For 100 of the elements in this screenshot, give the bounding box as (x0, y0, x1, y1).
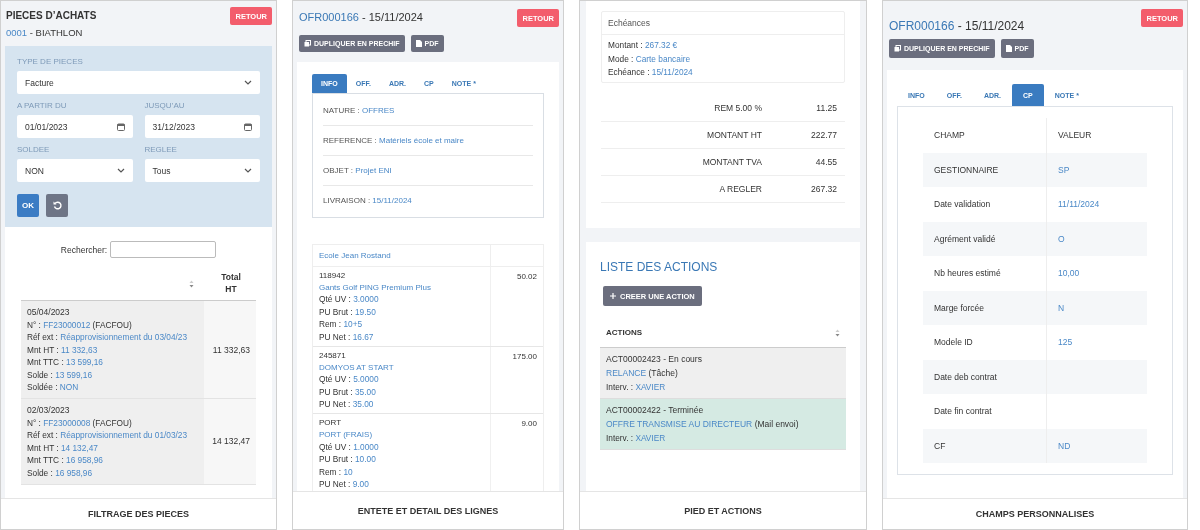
detail-line: Montant : 267.32 € (608, 40, 679, 50)
detail-line: NATURE : OFFRES (323, 96, 533, 126)
field-label: A PARTIR DU (17, 101, 68, 110)
action-row[interactable]: ACT00002422 - Terminée OFFRE TRANSMISE AU DIRECTEUR (Mail envoi) Interv. : XAVIER (600, 399, 846, 450)
total-value: 222.77 (810, 130, 838, 140)
column-header: CHAMP (933, 130, 966, 141)
reset-button[interactable] (46, 194, 68, 217)
panel-caption: CHAMPS PERSONNALISES (975, 509, 1095, 519)
total-text: 14 132,47 (212, 436, 250, 447)
detail-line: PU Brut : 19.50 (319, 306, 377, 317)
total-text: 11 332,63 (212, 344, 250, 355)
detail-line: Qté UV : 3.0000 (319, 294, 380, 305)
detail-line: PU Net : 16.67 (319, 331, 375, 342)
search-label: Rechercher: (60, 244, 108, 255)
column-header[interactable]: ACTIONS (606, 328, 642, 337)
sort-icon[interactable] (189, 279, 194, 288)
detail-line: Solde : 16 958,96 (27, 467, 94, 478)
total-label: MONTANT TVA (701, 157, 763, 167)
detail-line: LIVRAISON : 15/11/2024 (323, 195, 413, 207)
panel-caption: FILTRAGE DES PIECES (88, 509, 189, 519)
copy-icon (304, 40, 311, 47)
item-code: 118942 (319, 271, 347, 280)
ok-button[interactable]: OK (17, 194, 39, 217)
detail-line: Mode : Carte bancaire (608, 53, 692, 64)
detail-line: PU Net : 9.00 (319, 479, 370, 490)
calendar-icon (116, 122, 125, 131)
item-name: PORT (FRAIS) (319, 429, 374, 439)
chevron-icon (244, 168, 252, 173)
item-amount: 9.00 (521, 419, 537, 429)
detail-line: Mnt TTC : 16 958,96 (27, 455, 104, 465)
copy-icon (894, 45, 901, 52)
detail-line: REFERENCE : Matériels école et maire (323, 126, 533, 156)
detail-line: Mnt HT : 11 332,63 (27, 344, 99, 355)
table-cell-text: Date deb contrat (933, 371, 998, 382)
select-field[interactable]: Tous (144, 159, 260, 182)
card-title: Echéances (602, 12, 844, 35)
chevron-icon (116, 168, 125, 173)
page-title: PIECES D’ACHATS (6, 10, 97, 21)
action-title: ACT00002422 - Terminée (606, 405, 705, 415)
field-label: JUSQU’AU (144, 101, 186, 110)
date-text: 05/04/2023 (27, 307, 71, 317)
detail-line: N° : FF23000012 (FACFOU) (27, 319, 133, 330)
detail-line: Soldée : NON (27, 382, 80, 392)
select-field[interactable]: Facture (17, 71, 260, 94)
search-field[interactable] (110, 241, 217, 258)
detail-line: OBJET : Projet ENI (323, 156, 533, 186)
table-cell-text: Agrément validé (933, 233, 997, 244)
table-cell-text: GESTIONNAIRE (933, 164, 1000, 175)
detail-line: PU Brut : 35.00 (319, 386, 377, 397)
total-label: A REGLER (718, 184, 763, 194)
item-code: 245871 (319, 350, 347, 360)
table-cell: N (1058, 302, 1065, 313)
table-cell: SP (1058, 164, 1070, 175)
detail-line: Réf ext : Réapprovisionnement du 03/04/23 (27, 332, 189, 342)
panel-caption: ENTETE ET DETAIL DES LIGNES (357, 505, 499, 516)
item-code: PORT (319, 418, 343, 428)
detail-line: PU Brut : 10.00 (319, 454, 377, 465)
plus-icon (610, 293, 616, 299)
group-name: Ecole Jean Rostand (313, 245, 491, 266)
detail-line: Rem : 10 (319, 466, 354, 477)
table-cell-text: Modele ID (933, 337, 974, 348)
total-label: MONTANT HT (706, 130, 763, 140)
detail-line: Rem : 10+5 (319, 319, 364, 330)
detail-line: Interv. : XAVIER (606, 433, 667, 443)
select-field[interactable]: NON (17, 159, 133, 182)
detail-line: Mnt TTC : 13 599,16 (27, 357, 104, 367)
column-header: VALEUR (1046, 118, 1147, 153)
action-title: ACT00002423 - En cours (606, 354, 703, 364)
table-cell: 11/11/2024 (1058, 199, 1100, 210)
file-icon (415, 40, 422, 47)
item-name: DOMYOS AT START (319, 362, 395, 372)
total-value: 44.55 (814, 157, 838, 167)
detail-line: N° : FF23000008 (FACFOU) (27, 417, 133, 428)
field-label: TYPE DE PIECES (17, 57, 84, 66)
action-type: OFFRE TRANSMISE AU DIRECTEUR (Mail envoi) (606, 419, 800, 429)
document-title: OFR000166 - 15/11/2024 (299, 11, 423, 23)
table-cell: ND (1058, 440, 1071, 451)
detail-line: Echéance : 15/11/2024 (608, 67, 694, 77)
date-field[interactable]: 01/01/2023 (17, 115, 133, 138)
total-label: REM 5.00 % (713, 103, 763, 113)
action-row[interactable]: ACT00002423 - En cours RELANCE (Tâche) Interv. : XAVIER (600, 348, 846, 399)
column-header[interactable]: Total HT (216, 271, 246, 296)
detail-line: Interv. : XAVIER (606, 382, 667, 392)
table-cell-text: Marge forcée (933, 302, 986, 313)
date-field[interactable]: 31/12/2023 (144, 115, 260, 138)
detail-line: Réf ext : Réapprovisionnement du 01/03/23 (27, 430, 189, 440)
detail-line: Qté UV : 5.0000 (319, 374, 380, 385)
chevron-icon (244, 80, 252, 85)
table-cell-text: CF (933, 440, 947, 451)
file-icon (1005, 45, 1012, 52)
table-cell: 125 (1058, 337, 1073, 348)
calendar-icon (244, 122, 252, 131)
item-name: Gants Golf PING Premium Plus (319, 282, 433, 292)
undo-icon (52, 201, 62, 210)
document-title: OFR000166 - 15/11/2024 (889, 19, 1025, 33)
action-type: RELANCE (Tâche) (606, 368, 679, 378)
sort-icon[interactable] (835, 328, 840, 337)
detail-line: Qté UV : 1.0000 (319, 441, 380, 452)
panel-caption: PIED ET ACTIONS (684, 505, 762, 516)
table-cell: O (1058, 233, 1065, 244)
